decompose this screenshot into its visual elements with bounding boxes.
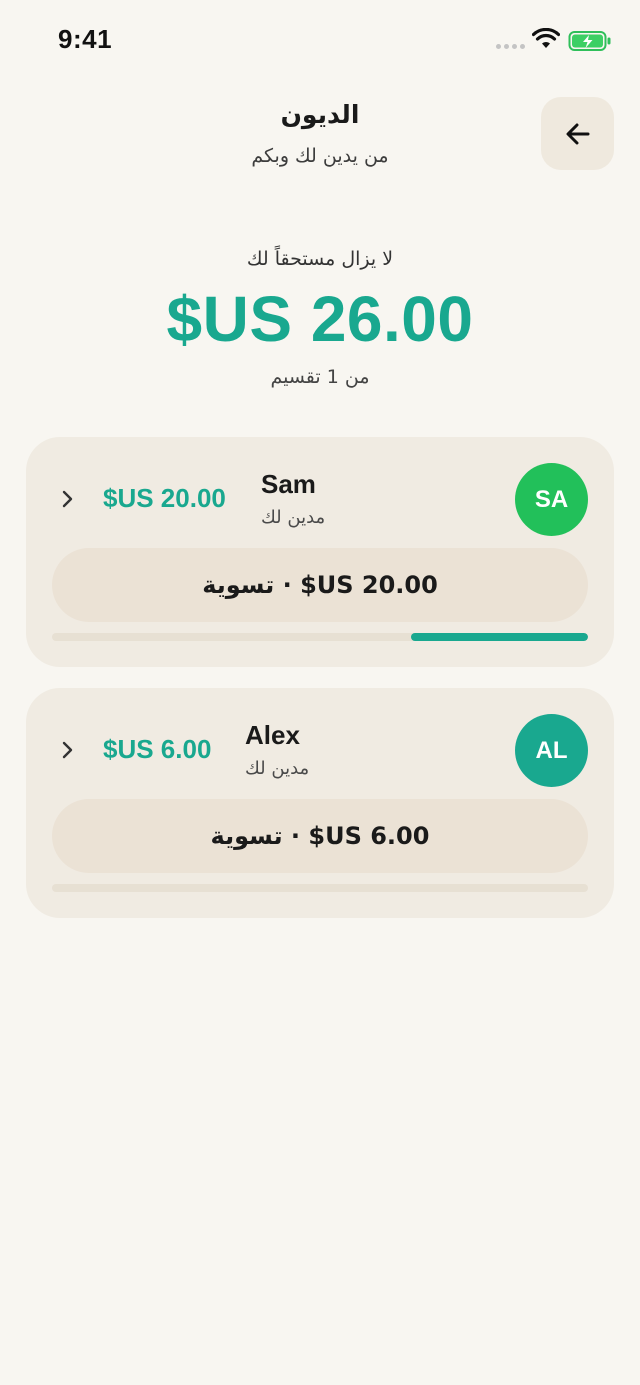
summary-label: لا يزال مستحقاً لك — [246, 248, 394, 270]
total-owed-amount: $US 26.00 — [166, 283, 474, 355]
avatar: SA — [515, 463, 588, 536]
debt-amount: $US 20.00 — [103, 483, 226, 513]
settlement-progress — [52, 633, 588, 641]
debt-status: مدين لك — [261, 507, 326, 528]
settlement-progress — [52, 884, 588, 892]
debtor-name: Alex — [245, 720, 300, 750]
chevron-left-icon[interactable] — [60, 489, 76, 509]
battery-charging-icon — [568, 31, 611, 51]
settle-button[interactable]: تسوية · $US 20.00 — [52, 548, 588, 622]
page-title: الديون — [280, 100, 360, 129]
debtor-name: Sam — [261, 469, 316, 499]
summary-split-count: من 1 تقسيم — [270, 366, 370, 388]
page-subtitle: من يدين لك وبكم — [251, 145, 389, 167]
settle-button[interactable]: تسوية · $US 6.00 — [52, 799, 588, 873]
cellular-signal-icon — [496, 44, 525, 49]
status-bar: 9:41 — [0, 0, 640, 80]
debt-status: مدين لك — [245, 758, 310, 779]
debts-screen: 9:41 الديون من يدين لك وبكم لا يزال مستح… — [0, 0, 640, 1385]
status-time: 9:41 — [58, 24, 113, 54]
settlement-progress-fill — [411, 633, 588, 641]
avatar: AL — [515, 714, 588, 787]
debt-card[interactable]: SA Sam مدين لك $US 20.00 تسوية · $US 20.… — [26, 437, 614, 667]
debt-amount: $US 6.00 — [103, 734, 212, 764]
debt-card[interactable]: AL Alex مدين لك $US 6.00 تسوية · $US 6.0… — [26, 688, 614, 918]
chevron-left-icon[interactable] — [60, 740, 76, 760]
wifi-icon — [532, 28, 560, 48]
